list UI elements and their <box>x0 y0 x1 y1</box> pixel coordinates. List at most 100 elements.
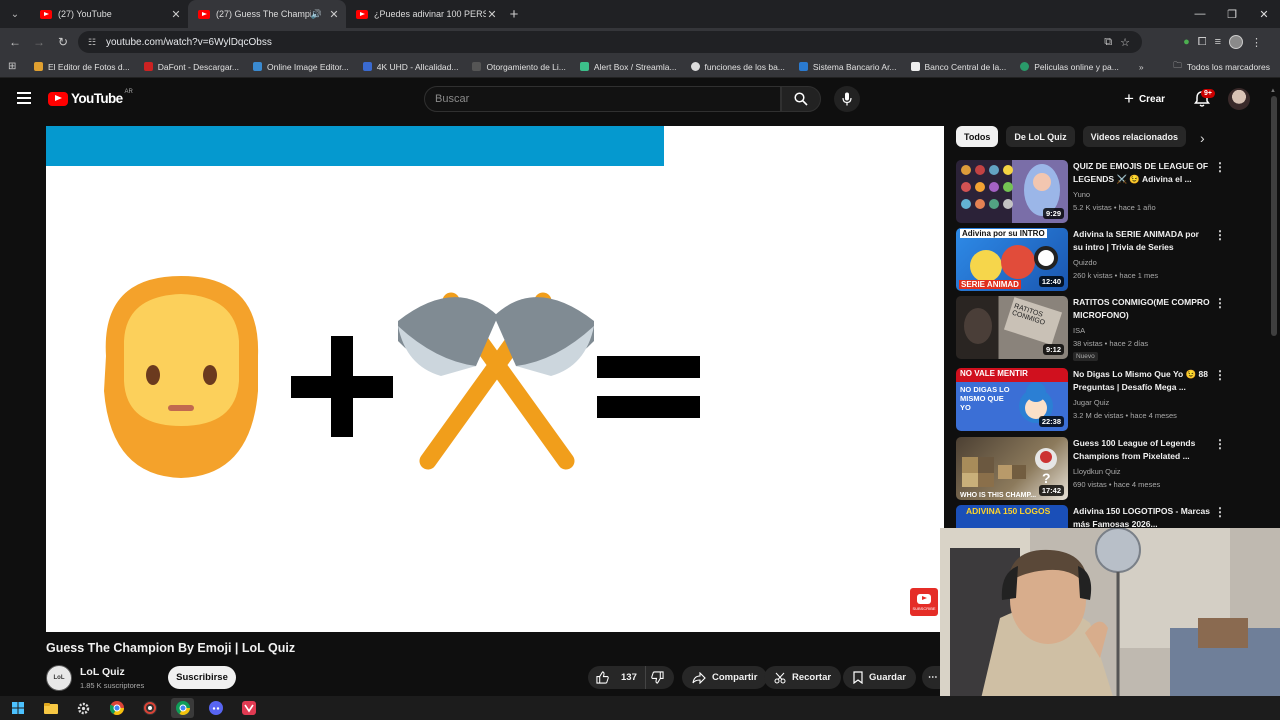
bookmark-item[interactable]: Peliculas online y pa... <box>1020 62 1119 72</box>
chrome-profile-icon[interactable] <box>138 698 161 718</box>
scroll-up-icon[interactable]: ▲ <box>1270 88 1276 94</box>
address-bar[interactable]: ☷ youtube.com/watch?v=6WylDqcObss ⧉ ☆ <box>78 31 1142 53</box>
recommended-video[interactable]: ? WHO IS THIS CHAMP... 17:42 Guess 100 L… <box>956 437 1256 501</box>
share-button[interactable]: Compartir <box>682 666 768 689</box>
file-explorer-icon[interactable] <box>39 698 62 718</box>
chip-related[interactable]: Videos relacionados <box>1082 126 1187 147</box>
save-button[interactable]: Guardar <box>843 666 916 689</box>
streaming-app-icon[interactable] <box>237 698 260 718</box>
recommended-video[interactable]: 9:29 QUIZ DE EMOJIS DE LEAGUE OF LEGENDS… <box>956 160 1256 224</box>
chevron-right-icon[interactable]: › <box>1200 130 1205 146</box>
video-title[interactable]: QUIZ DE EMOJIS DE LEAGUE OF LEGENDS ⚔️ 😉… <box>1073 160 1211 186</box>
browser-tab-1[interactable]: (27) YouTube ✕ <box>30 0 188 28</box>
bookmark-item[interactable]: Sistema Bancario Ar... <box>798 62 897 72</box>
channel-name[interactable]: LoL Quiz <box>80 666 125 678</box>
bookmark-item[interactable]: Online Image Editor... <box>253 62 349 72</box>
browser-tab-3[interactable]: ¿Puedes adivinar 100 PERSONA ✕ <box>346 0 504 28</box>
channel-name[interactable]: ISA <box>1073 326 1085 335</box>
bookmark-label: Peliculas online y pa... <box>1034 61 1119 72</box>
clip-button[interactable]: Recortar <box>764 666 842 689</box>
speaker-icon[interactable]: 🔊 <box>311 9 322 20</box>
browser-tab-2[interactable]: (27) Guess The Champion B 🔊 ✕ <box>188 0 346 28</box>
video-title[interactable]: No Digas Lo Mismo Que Yo 😉 88 Preguntas … <box>1073 368 1211 394</box>
video-title[interactable]: RATITOS CONMIGO(ME COMPRO MICROFONO) <box>1073 296 1211 322</box>
chip-from-channel[interactable]: De LoL Quiz <box>1006 126 1075 147</box>
profile-avatar-icon[interactable] <box>1229 35 1243 49</box>
more-vertical-icon[interactable]: ⋮ <box>1214 437 1226 451</box>
menu-icon[interactable] <box>17 92 31 104</box>
youtube-logo[interactable]: YouTube AR <box>48 89 133 106</box>
all-bookmarks-button[interactable]: 🗀 Todos los marcadores <box>1173 56 1270 78</box>
channel-name[interactable]: Yuno <box>1073 190 1090 199</box>
video-thumbnail[interactable]: RATITOS CONMIGO 9:12 <box>956 296 1068 359</box>
close-tab-icon[interactable]: ✕ <box>486 8 498 21</box>
media-control-icon[interactable]: ≡ <box>1215 36 1221 48</box>
bookmark-favicon-icon <box>1020 62 1030 71</box>
chrome-icon[interactable] <box>105 698 128 718</box>
more-vertical-icon[interactable]: ⋮ <box>1214 160 1226 174</box>
new-tab-button[interactable]: + <box>504 6 524 23</box>
channel-name[interactable]: Quizdo <box>1073 258 1097 267</box>
account-avatar[interactable] <box>1228 88 1250 110</box>
bookmark-item[interactable]: Banco Central de la... <box>910 62 1006 72</box>
bookmark-item[interactable]: Otorgamiento de Li... <box>472 62 566 72</box>
video-title[interactable]: Guess 100 League of Legends Champions fr… <box>1073 437 1211 463</box>
more-vertical-icon[interactable]: ⋮ <box>1214 505 1226 519</box>
settings-gear-icon[interactable] <box>72 698 95 718</box>
channel-name[interactable]: Jugar Quiz <box>1073 398 1109 407</box>
video-meta: 3.2 M de vistas • hace 4 meses <box>1073 411 1177 420</box>
channel-avatar[interactable]: LoL <box>46 665 72 691</box>
close-tab-icon[interactable]: ✕ <box>170 8 182 21</box>
bookmark-item[interactable]: DaFont - Descargar... <box>143 62 239 72</box>
webcam-overlay <box>940 528 1280 703</box>
video-title[interactable]: Adivina la SERIE ANIMADA por su intro | … <box>1073 228 1211 254</box>
bookmark-star-icon[interactable]: ☆ <box>1120 36 1130 49</box>
channel-name[interactable]: Lloydkun Quiz <box>1073 467 1121 476</box>
site-info-icon[interactable]: ☷ <box>88 37 102 48</box>
start-windows-icon[interactable] <box>6 698 29 718</box>
dislike-button[interactable] <box>646 671 674 684</box>
bookmark-item[interactable]: funciones de los ba... <box>690 62 785 72</box>
forward-icon[interactable]: → <box>27 30 51 54</box>
chrome-active-icon[interactable] <box>171 698 194 718</box>
more-vertical-icon[interactable]: ⋮ <box>1214 296 1226 310</box>
bookmark-item[interactable]: El Editor de Fotos d... <box>34 62 130 72</box>
install-app-icon[interactable]: ⧉ <box>1104 36 1112 49</box>
search-button[interactable] <box>781 86 821 112</box>
bookmark-item[interactable]: 4K UHD - Allcalidad... <box>362 62 458 72</box>
video-player[interactable]: SUBSCRIBE <box>46 126 944 632</box>
extension-icon[interactable]: ● <box>1183 36 1190 48</box>
discord-icon[interactable] <box>204 698 227 718</box>
like-button[interactable]: 137 <box>588 666 646 689</box>
video-thumbnail[interactable]: 9:29 <box>956 160 1068 223</box>
voice-search-button[interactable] <box>834 86 860 112</box>
video-thumbnail[interactable]: ? WHO IS THIS CHAMP... 17:42 <box>956 437 1068 500</box>
subscribe-button[interactable]: Suscribirse <box>168 666 236 689</box>
recommended-video[interactable]: RATITOS CONMIGO 9:12 RATITOS CONMIGO(ME … <box>956 296 1256 361</box>
minimize-icon[interactable]: — <box>1184 0 1216 28</box>
recommended-video[interactable]: Adivina por su INTRO SERIE ANIMAD 12:40 … <box>956 228 1256 292</box>
restore-icon[interactable]: ❐ <box>1216 0 1248 28</box>
reload-icon[interactable]: ↻ <box>51 30 75 54</box>
recommended-video[interactable]: NO VALE MENTIR NO DIGAS LO MISMO QUE YO … <box>956 368 1256 432</box>
video-thumbnail[interactable]: Adivina por su INTRO SERIE ANIMAD 12:40 <box>956 228 1068 291</box>
apps-grid-icon[interactable]: ⊞ <box>8 61 22 72</box>
bookmark-label: El Editor de Fotos d... <box>48 61 130 72</box>
puzzle-icon[interactable]: ⧠ <box>1198 36 1207 49</box>
back-icon[interactable]: ← <box>3 30 27 54</box>
bookmark-item[interactable]: Alert Box / Streamla... <box>579 62 677 72</box>
close-tab-icon[interactable]: ✕ <box>328 8 340 21</box>
more-vertical-icon[interactable]: ⋮ <box>1214 228 1226 242</box>
subscribe-watermark[interactable]: SUBSCRIBE <box>910 588 938 616</box>
menu-kebab-icon[interactable]: ⋮ <box>1251 36 1262 49</box>
more-bookmarks-icon[interactable]: » <box>1139 62 1144 72</box>
sidebar-scrollbar[interactable] <box>1271 96 1277 336</box>
more-vertical-icon[interactable]: ⋮ <box>1214 368 1226 382</box>
bookmark-favicon-icon <box>253 62 262 71</box>
search-input[interactable]: Buscar <box>424 86 781 112</box>
chip-all[interactable]: Todos <box>956 126 999 147</box>
video-thumbnail[interactable]: NO VALE MENTIR NO DIGAS LO MISMO QUE YO … <box>956 368 1068 431</box>
create-button[interactable]: + Crear <box>1124 87 1165 111</box>
close-window-icon[interactable]: ✕ <box>1248 0 1280 28</box>
tab-search-button[interactable]: ⌄ <box>4 3 26 25</box>
